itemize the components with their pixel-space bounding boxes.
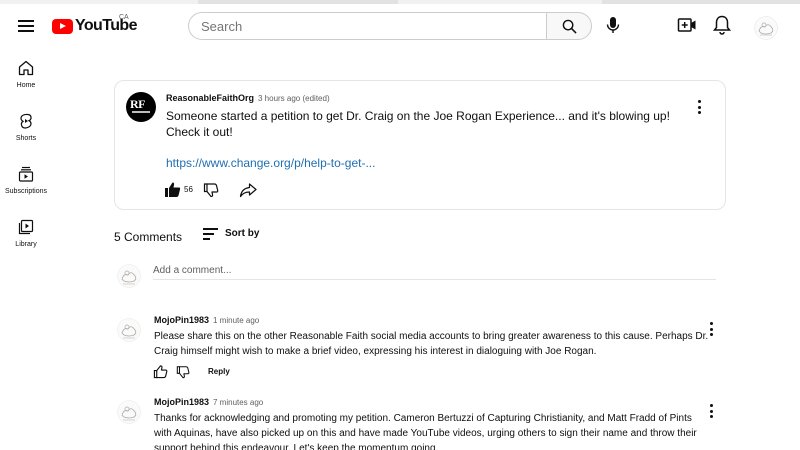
reply-button[interactable]: Reply xyxy=(208,367,230,376)
youtube-logo[interactable]: YouTube CA xyxy=(52,14,137,37)
library-icon xyxy=(18,219,34,235)
more-options-icon[interactable] xyxy=(705,320,719,338)
masthead: YouTube CA xyxy=(0,4,800,48)
channel-avatar-underline xyxy=(132,111,150,113)
sidebar-item-label: Subscriptions xyxy=(4,188,48,195)
channel-avatar-text: RF xyxy=(130,97,146,111)
comment-item: MojoPin1983 7 minutes ago Thanks for ack… xyxy=(114,396,726,450)
avatar[interactable] xyxy=(117,398,141,426)
country-code: CA xyxy=(119,14,129,21)
dislike-icon[interactable] xyxy=(176,365,190,379)
comment-time[interactable]: 7 minutes ago xyxy=(213,398,263,407)
sidebar-item-shorts[interactable]: Shorts xyxy=(0,105,52,155)
post-text: Someone started a petition to get Dr. Cr… xyxy=(166,109,670,139)
sort-by-label: Sort by xyxy=(225,228,260,239)
comment-time[interactable]: 1 minute ago xyxy=(213,316,259,325)
add-comment-input[interactable] xyxy=(153,261,716,280)
post-time[interactable]: 3 hours ago (edited) xyxy=(258,94,330,103)
more-options-icon[interactable] xyxy=(705,402,719,420)
post-link[interactable]: https://www.change.org/p/help-to-get-... xyxy=(166,156,375,170)
share-icon[interactable] xyxy=(239,182,257,198)
bell-icon[interactable] xyxy=(712,14,732,36)
sidebar-item-label: Shorts xyxy=(15,135,37,142)
sidebar-item-label: Library xyxy=(15,241,37,248)
avatar[interactable] xyxy=(754,16,778,40)
post-author[interactable]: ReasonableFaithOrg xyxy=(166,93,254,103)
dislike-icon[interactable] xyxy=(203,182,219,198)
shorts-icon xyxy=(20,113,32,129)
search-bar xyxy=(188,12,592,40)
community-post: RF ReasonableFaithOrg 3 hours ago (edite… xyxy=(114,80,726,210)
like-icon[interactable] xyxy=(164,181,181,198)
subscriptions-icon xyxy=(18,166,34,182)
home-icon xyxy=(18,60,34,76)
comment-item: MojoPin1983 1 minute ago Please share th… xyxy=(114,314,726,384)
avatar[interactable] xyxy=(117,316,141,344)
comment-text: Please share this on the other Reasonabl… xyxy=(154,331,709,357)
search-button[interactable] xyxy=(546,12,592,40)
mic-icon[interactable] xyxy=(602,14,624,36)
youtube-play-icon xyxy=(52,18,73,34)
comment-author[interactable]: MojoPin1983 xyxy=(154,397,209,407)
sort-icon xyxy=(203,227,218,241)
sidebar-item-subscriptions[interactable]: Subscriptions xyxy=(0,158,52,208)
search-icon xyxy=(562,19,577,34)
channel-avatar[interactable]: RF xyxy=(126,92,156,122)
sidebar-item-home[interactable]: Home xyxy=(0,52,52,102)
like-icon[interactable] xyxy=(153,364,168,379)
sidebar-item-library[interactable]: Library xyxy=(0,211,52,261)
avatar[interactable] xyxy=(117,262,141,290)
more-options-icon[interactable] xyxy=(693,98,707,116)
like-count: 56 xyxy=(184,185,193,194)
comments-count: 5 Comments xyxy=(114,230,183,244)
comment-author[interactable]: MojoPin1983 xyxy=(154,315,209,325)
create-icon[interactable] xyxy=(677,15,697,35)
search-input[interactable] xyxy=(188,12,547,40)
menu-icon[interactable] xyxy=(14,14,38,38)
sidebar-item-label: Home xyxy=(16,82,36,89)
comment-text: Thanks for acknowledging and promoting m… xyxy=(154,413,697,450)
